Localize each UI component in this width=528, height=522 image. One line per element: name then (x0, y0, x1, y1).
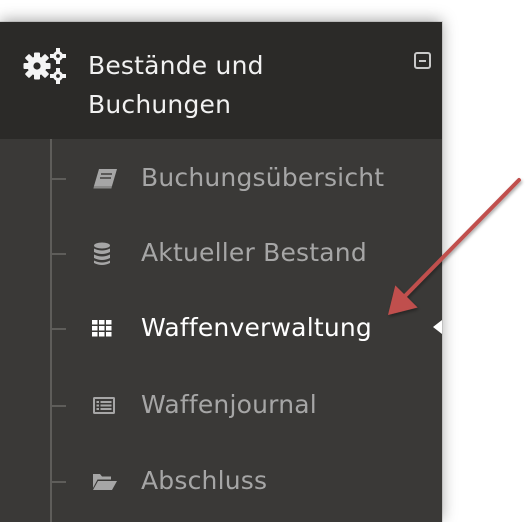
menu-group-title: Bestände und Buchungen (88, 51, 264, 119)
sidebar-item-label: Aktueller Bestand (141, 238, 367, 267)
sidebar-item-label: Waffenjournal (141, 390, 317, 419)
collapse-minus-icon[interactable] (414, 52, 431, 69)
tree-branch (52, 481, 66, 483)
sidebar-item-waffenverwaltung[interactable]: Waffenverwaltung (0, 299, 442, 359)
folder-open-icon (93, 474, 117, 490)
tree-branch (52, 405, 66, 407)
tree-branch (52, 178, 66, 180)
tree-branch (52, 328, 66, 330)
active-indicator-caret (433, 320, 442, 334)
sidebar-panel: Bestände und Buchungen Buchungsübersicht (0, 22, 442, 522)
sidebar-item-label: Abschluss (141, 466, 268, 495)
sidebar-item-abschluss[interactable]: Abschluss (0, 452, 442, 512)
grid-icon (92, 320, 112, 337)
sidebar-item-label: Buchungsübersicht (141, 163, 385, 192)
database-icon (94, 242, 110, 265)
book-icon (93, 169, 117, 189)
sidebar-item-buchungsuebersicht[interactable]: Buchungsübersicht (0, 149, 442, 209)
sidebar-item-label: Waffenverwaltung (141, 313, 372, 342)
sidebar-item-waffenjournal[interactable]: Waffenjournal (0, 376, 442, 436)
tree-branch (52, 253, 66, 255)
list-alt-icon (93, 397, 115, 414)
cogs-icon (23, 48, 66, 84)
sidebar-item-aktueller-bestand[interactable]: Aktueller Bestand (0, 224, 442, 284)
menu-group-header[interactable]: Bestände und Buchungen (0, 22, 442, 139)
